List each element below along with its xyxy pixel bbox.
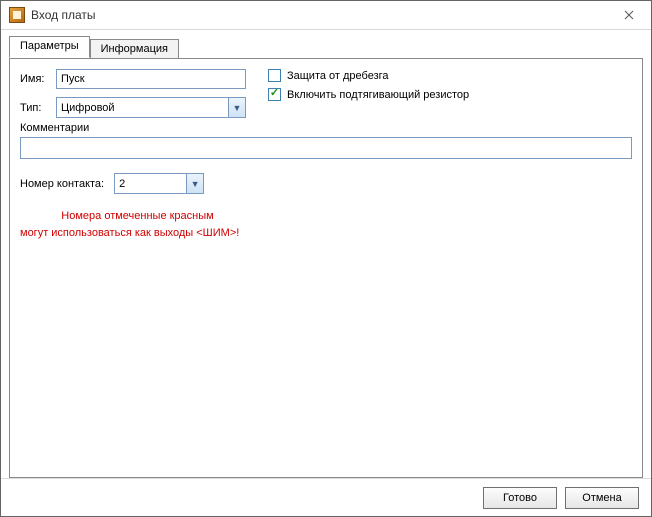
type-select[interactable]: Цифровой ▼ xyxy=(56,97,246,118)
pwm-warning: Номера отмеченные красным могут использо… xyxy=(20,208,255,241)
close-button[interactable] xyxy=(615,5,643,25)
name-label: Имя: xyxy=(20,73,56,85)
tab-parameters[interactable]: Параметры xyxy=(9,36,90,58)
contact-select[interactable]: 2 ▼ xyxy=(114,173,204,194)
titlebar: Вход платы xyxy=(1,1,651,30)
app-icon xyxy=(9,7,25,23)
cancel-button[interactable]: Отмена xyxy=(565,487,639,509)
chevron-down-icon: ▼ xyxy=(228,98,245,117)
debounce-checkbox[interactable]: Защита от дребезга xyxy=(268,69,469,82)
comments-input[interactable] xyxy=(20,137,632,159)
tabstrip: Параметры Информация xyxy=(9,36,643,58)
chevron-down-icon: ▼ xyxy=(186,174,203,193)
close-icon xyxy=(624,10,634,20)
tab-page-parameters: Имя: Тип: Цифровой ▼ Защита от дре xyxy=(9,58,643,478)
tab-information[interactable]: Информация xyxy=(90,39,179,59)
contact-label: Номер контакта: xyxy=(20,178,104,190)
contact-select-value: 2 xyxy=(119,178,125,190)
pullup-checkbox[interactable]: Включить подтягивающий резистор xyxy=(268,88,469,101)
warning-line1: Номера отмеченные красным xyxy=(20,208,255,225)
content-area: Параметры Информация Имя: Тип: Цифровой … xyxy=(1,30,651,478)
dialog-window: Вход платы Параметры Информация Имя: xyxy=(0,0,652,517)
checkbox-icon xyxy=(268,69,281,82)
debounce-label: Защита от дребезга xyxy=(287,70,389,82)
type-select-value: Цифровой xyxy=(61,102,115,114)
window-title: Вход платы xyxy=(31,8,96,22)
comments-label: Комментарии xyxy=(20,122,632,134)
type-label: Тип: xyxy=(20,102,56,114)
pullup-label: Включить подтягивающий резистор xyxy=(287,89,469,101)
name-input[interactable] xyxy=(56,69,246,89)
warning-line2: могут использоваться как выходы <ШИМ>! xyxy=(20,225,255,242)
dialog-footer: Готово Отмена xyxy=(1,478,651,516)
ok-button[interactable]: Готово xyxy=(483,487,557,509)
checkbox-checked-icon xyxy=(268,88,281,101)
